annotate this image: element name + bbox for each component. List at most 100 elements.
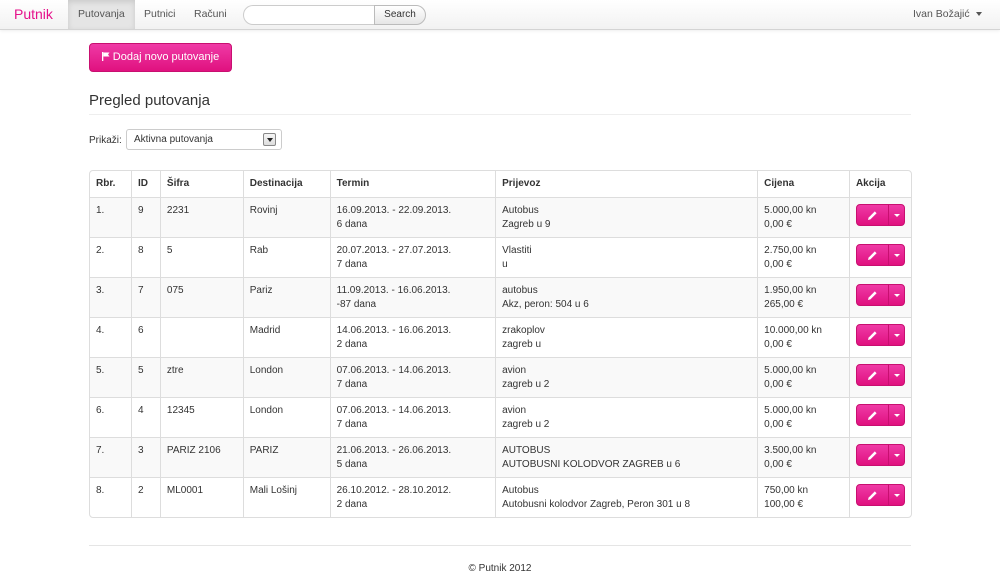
search-input[interactable] xyxy=(243,5,375,25)
transport-departure: zagreb u xyxy=(502,339,542,350)
table-row: 6. 4 12345 London 07.06.2013. - 14.06.20… xyxy=(90,397,911,437)
actions-dropdown-button[interactable] xyxy=(887,324,905,346)
actions-dropdown-button[interactable] xyxy=(887,404,905,426)
price-eur: 0,00 € xyxy=(764,419,792,430)
cell-sifra: ML0001 xyxy=(159,477,243,517)
cell-id: 4 xyxy=(130,397,160,437)
transport-departure: Akz, peron: 504 u 6 xyxy=(502,299,589,310)
dropdown-arrow-icon[interactable] xyxy=(263,133,276,146)
cell-prijevoz: avion zagreb u 2 xyxy=(495,397,758,437)
cell-rbr: 2. xyxy=(90,237,131,277)
actions-dropdown-button[interactable] xyxy=(887,284,905,306)
cell-sifra: 5 xyxy=(159,237,243,277)
price-eur: 0,00 € xyxy=(764,259,792,270)
termin-dates: 11.09.2013. - 16.06.2013. xyxy=(336,285,451,296)
cell-id: 3 xyxy=(130,437,160,477)
add-trip-button[interactable]: Dodaj novo putovanje xyxy=(89,43,232,72)
actions-dropdown-button[interactable] xyxy=(887,244,905,266)
pencil-icon xyxy=(867,331,877,340)
chevron-down-icon xyxy=(975,12,982,17)
cell-id: 8 xyxy=(130,237,160,277)
price-eur: 265,00 € xyxy=(764,299,804,310)
termin-dates: 21.06.2013. - 26.06.2013. xyxy=(336,445,452,456)
cell-termin: 20.07.2013. - 27.07.2013. 7 dana xyxy=(329,237,496,277)
caret-down-icon xyxy=(893,454,900,457)
nav-racuni[interactable]: Računi xyxy=(184,0,237,29)
caret-down-icon xyxy=(893,494,900,497)
caret-down-icon xyxy=(893,214,900,217)
cell-cijena: 5.000,00 kn 0,00 € xyxy=(757,357,849,397)
cell-sifra: 2231 xyxy=(159,197,243,237)
transport-type: zrakoplov xyxy=(502,325,545,336)
cell-termin: 16.09.2013. - 22.09.2013. 6 dana xyxy=(329,197,496,237)
search-button[interactable]: Search xyxy=(374,5,426,25)
price-kn: 3.500,00 kn xyxy=(764,445,817,456)
termin-duration: 2 dana xyxy=(336,499,368,510)
pencil-icon xyxy=(867,371,877,380)
cell-termin: 07.06.2013. - 14.06.2013. 7 dana xyxy=(329,397,496,437)
caret-down-icon xyxy=(893,334,900,337)
transport-departure: Autobusni kolodvor Zagreb, Peron 301 u 8 xyxy=(502,499,691,510)
actions-dropdown-button[interactable] xyxy=(887,484,905,506)
brand-logo[interactable]: Putnik xyxy=(14,6,53,22)
filter-select[interactable]: Aktivna putovanja xyxy=(126,129,282,150)
edit-button[interactable] xyxy=(855,324,889,346)
price-eur: 0,00 € xyxy=(764,459,792,470)
cell-akcija xyxy=(848,397,911,437)
price-kn: 5.000,00 kn xyxy=(764,405,817,416)
cell-akcija xyxy=(848,437,911,477)
transport-departure: AUTOBUSNI KOLODVOR ZAGREB u 6 xyxy=(502,459,681,470)
edit-button[interactable] xyxy=(855,204,889,226)
cell-akcija xyxy=(848,277,911,317)
cell-rbr: 6. xyxy=(90,397,131,437)
edit-button[interactable] xyxy=(855,484,889,506)
cell-rbr: 3. xyxy=(90,277,131,317)
nav-putnici[interactable]: Putnici xyxy=(134,0,186,29)
edit-button[interactable] xyxy=(855,444,889,466)
user-menu[interactable]: Ivan Božajić xyxy=(913,0,982,29)
cell-prijevoz: Autobus Autobusni kolodvor Zagreb, Peron … xyxy=(495,477,758,517)
cell-rbr: 8. xyxy=(90,477,131,517)
cell-sifra xyxy=(159,317,243,357)
cell-cijena: 3.500,00 kn 0,00 € xyxy=(757,437,849,477)
termin-dates: 16.09.2013. - 22.09.2013. xyxy=(336,205,452,216)
edit-button[interactable] xyxy=(855,284,889,306)
cell-cijena: 2.750,00 kn 0,00 € xyxy=(757,237,849,277)
actions-dropdown-button[interactable] xyxy=(887,364,905,386)
price-eur: 100,00 € xyxy=(764,499,804,510)
caret-down-icon xyxy=(893,294,900,297)
termin-duration: 7 dana xyxy=(336,259,368,270)
transport-type: Vlastiti xyxy=(502,245,532,256)
cell-cijena: 750,00 kn 100,00 € xyxy=(757,477,849,517)
edit-button[interactable] xyxy=(855,244,889,266)
header-rbr: Rbr. xyxy=(96,178,116,189)
termin-duration: 7 dana xyxy=(336,419,368,430)
navbar: Putnik Putovanja Putnici Računi Search I… xyxy=(0,0,1000,30)
termin-duration: 2 dana xyxy=(336,339,368,350)
row-action-group xyxy=(855,404,905,426)
cell-akcija xyxy=(848,477,911,517)
transport-departure: zagreb u 2 xyxy=(502,419,550,430)
transport-departure: Zagreb u 9 xyxy=(502,219,551,230)
termin-dates: 07.06.2013. - 14.06.2013. xyxy=(336,405,452,416)
cell-prijevoz: avion zagreb u 2 xyxy=(495,357,758,397)
header-sifra: Šifra xyxy=(159,171,243,197)
actions-dropdown-button[interactable] xyxy=(887,204,905,226)
caret-down-icon xyxy=(893,374,900,377)
transport-type: Autobus xyxy=(502,205,539,216)
nav-putovanja[interactable]: Putovanja xyxy=(68,0,135,29)
table-row: 7. 3 PARIZ 2106 PARIZ 21.06.2013. - 26.0… xyxy=(90,437,911,477)
row-action-group xyxy=(855,324,905,346)
actions-dropdown-button[interactable] xyxy=(887,444,905,466)
row-action-group xyxy=(855,444,905,466)
termin-dates: 14.06.2013. - 16.06.2013. xyxy=(336,325,452,336)
cell-destinacija: Rovinj xyxy=(242,197,330,237)
edit-button[interactable] xyxy=(855,404,889,426)
header-termin: Termin xyxy=(329,171,495,197)
cell-destinacija: PARIZ xyxy=(242,437,330,477)
table-row: 3. 7 075 Pariz 11.09.2013. - 16.06.2013.… xyxy=(90,277,911,317)
cell-termin: 11.09.2013. - 16.06.2013. -87 dana xyxy=(329,277,496,317)
cell-destinacija: Madrid xyxy=(242,317,330,357)
transport-type: avion xyxy=(502,405,527,416)
edit-button[interactable] xyxy=(855,364,889,386)
